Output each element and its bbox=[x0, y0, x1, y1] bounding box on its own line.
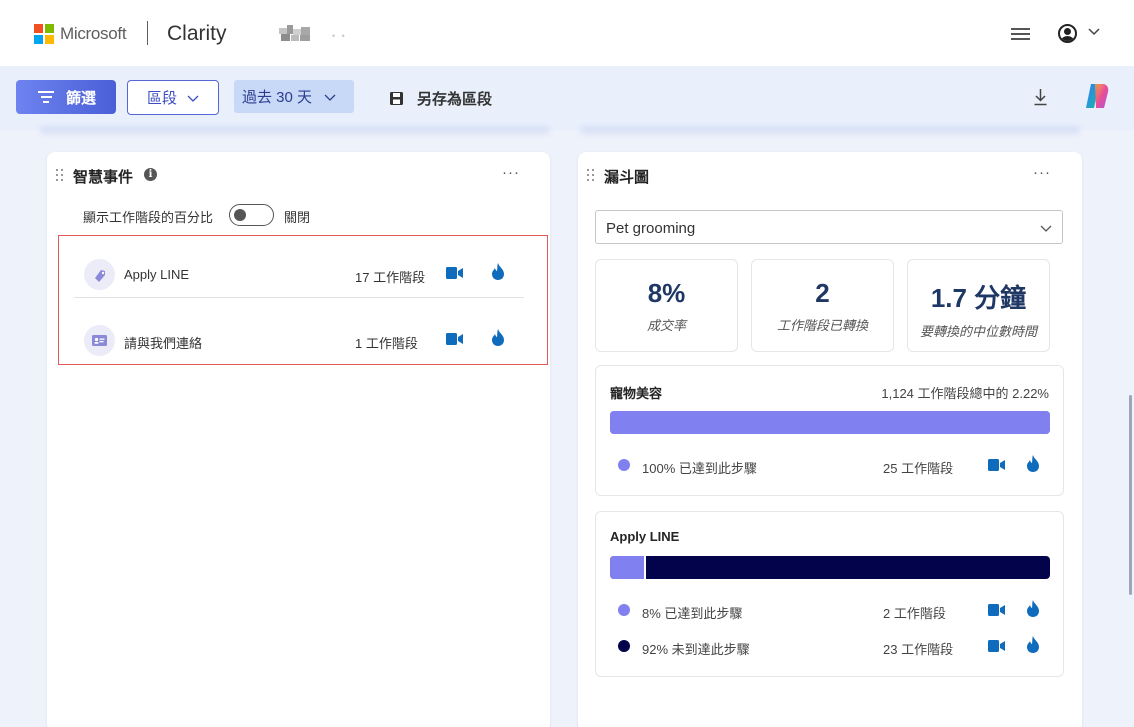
heatmap-flame-icon[interactable] bbox=[1026, 600, 1040, 617]
event-session-count: 17 工作階段 bbox=[355, 270, 426, 285]
legend-reached: 8% 已達到此步驟 2 工作階段 bbox=[618, 600, 1044, 621]
kpi-conversion-rate: 8% 成交率 bbox=[595, 259, 738, 352]
funnel-title: 漏斗圖 bbox=[604, 169, 650, 186]
kpi-value: 2 bbox=[815, 278, 830, 308]
list-item[interactable]: Apply LINE 17 工作階段 bbox=[75, 247, 535, 297]
recording-icon[interactable] bbox=[446, 333, 463, 345]
download-icon[interactable] bbox=[1032, 87, 1049, 107]
recording-icon[interactable] bbox=[988, 640, 1005, 652]
drag-handle-icon[interactable] bbox=[56, 169, 64, 181]
date-range-dropdown[interactable]: 過去 30 天 bbox=[234, 80, 354, 113]
toolbar-shadow bbox=[40, 126, 550, 134]
brand-divider bbox=[147, 21, 148, 45]
legend-count: 25 工作階段 bbox=[883, 461, 954, 476]
save-as-segment-button[interactable]: 另存為區段 bbox=[389, 88, 492, 108]
account-icon[interactable] bbox=[1058, 24, 1077, 43]
contact-card-icon bbox=[84, 325, 115, 356]
microsoft-logo[interactable] bbox=[34, 24, 54, 44]
brand-microsoft[interactable]: Microsoft bbox=[60, 24, 127, 44]
list-item[interactable]: 請與我們連絡 1 工作階段 bbox=[75, 313, 535, 363]
legend-text: 100% 已達到此步驟 bbox=[642, 461, 757, 476]
toolbar-shadow bbox=[580, 126, 1080, 134]
tag-icon bbox=[84, 259, 115, 290]
recording-icon[interactable] bbox=[988, 459, 1005, 471]
legend-text: 92% 未到達此步驟 bbox=[642, 642, 750, 657]
funnel-select-value: Pet grooming bbox=[606, 220, 696, 237]
step-total: 1,124 工作階段總中的 2.22% bbox=[881, 386, 1049, 401]
segment-dropdown[interactable]: 區段 bbox=[127, 80, 219, 115]
drag-handle-icon[interactable] bbox=[587, 169, 595, 181]
legend-reached: 100% 已達到此步驟 25 工作階段 bbox=[618, 455, 1044, 476]
recording-icon[interactable] bbox=[988, 604, 1005, 616]
segment-label: 區段 bbox=[147, 90, 178, 107]
filter-button[interactable]: 篩選 bbox=[16, 80, 116, 114]
funnel-card: 漏斗圖 ··· Pet grooming 8% 成交率 2 工作階段已轉換 1.… bbox=[578, 152, 1082, 727]
date-range-label: 過去 30 天 bbox=[242, 89, 313, 106]
filter-icon bbox=[38, 91, 54, 103]
funnel-select[interactable]: Pet grooming bbox=[595, 210, 1063, 244]
kpi-sessions-converted: 2 工作階段已轉換 bbox=[751, 259, 894, 352]
kpi-label: 要轉換的中位數時間 bbox=[919, 324, 1037, 339]
recording-icon[interactable] bbox=[446, 267, 463, 279]
reached-fill bbox=[610, 556, 646, 579]
legend-dot bbox=[618, 604, 630, 616]
step-progress-bar bbox=[610, 556, 1050, 579]
bar-gap bbox=[644, 556, 647, 579]
step-name: 寵物美容 bbox=[610, 386, 663, 401]
kpi-label: 工作階段已轉換 bbox=[776, 318, 868, 333]
step-progress-bar bbox=[610, 411, 1050, 434]
chevron-down-icon[interactable] bbox=[1087, 24, 1101, 38]
toggle-knob bbox=[234, 208, 246, 221]
step-name: Apply LINE bbox=[610, 529, 680, 544]
filter-label: 篩選 bbox=[66, 89, 97, 107]
event-name: 請與我們連絡 bbox=[124, 336, 203, 351]
chevron-down-icon bbox=[1040, 225, 1052, 232]
toggle-state: 關閉 bbox=[284, 210, 311, 225]
smart-events-title: 智慧事件 bbox=[73, 169, 134, 186]
event-session-count: 1 工作階段 bbox=[355, 336, 418, 351]
legend-dot bbox=[618, 459, 630, 471]
event-name: Apply LINE bbox=[124, 267, 190, 282]
save-icon bbox=[390, 91, 403, 105]
legend-count: 2 工作階段 bbox=[883, 606, 946, 621]
brand-clarity[interactable]: Clarity bbox=[167, 22, 227, 46]
toggle-label: 顯示工作階段的百分比 bbox=[83, 210, 214, 225]
chevron-down-icon bbox=[187, 95, 199, 102]
project-name-pixelated[interactable] bbox=[279, 25, 311, 42]
smart-events-card: 智慧事件 i ··· 顯示工作階段的百分比 關閉 Apply LINE 17 工… bbox=[47, 152, 550, 727]
chevron-down-icon bbox=[324, 94, 336, 101]
funnel-step: 寵物美容 1,124 工作階段總中的 2.22% 100% 已達到此步驟 25 … bbox=[595, 365, 1064, 496]
kpi-value: 8% bbox=[647, 278, 686, 308]
more-options-icon[interactable]: ··· bbox=[502, 164, 520, 181]
legend-not-reached: 92% 未到達此步驟 23 工作階段 bbox=[618, 636, 1044, 657]
info-icon[interactable]: i bbox=[144, 168, 157, 181]
percentage-toggle[interactable] bbox=[229, 204, 274, 226]
reached-fill bbox=[610, 411, 1050, 434]
more-options-icon[interactable]: ··· bbox=[1033, 164, 1051, 181]
toolbar: 篩選 區段 過去 30 天 另存為區段 bbox=[0, 66, 1134, 130]
kpi-value: 1.7 分鐘 bbox=[930, 283, 1027, 313]
funnel-step: Apply LINE 8% 已達到此步驟 2 工作階段 92% 未到達此步驟 2… bbox=[595, 511, 1064, 677]
page-scrollbar[interactable] bbox=[1129, 395, 1132, 595]
copilot-icon[interactable] bbox=[1081, 80, 1113, 112]
top-header: Microsoft Clarity • • bbox=[0, 0, 1134, 66]
save-as-segment-label: 另存為區段 bbox=[417, 90, 493, 108]
heatmap-flame-icon[interactable] bbox=[1026, 636, 1040, 653]
legend-text: 8% 已達到此步驟 bbox=[642, 606, 743, 621]
legend-dot bbox=[618, 640, 630, 652]
kpi-label: 成交率 bbox=[646, 318, 686, 333]
legend-count: 23 工作階段 bbox=[883, 642, 954, 657]
project-dots: • • bbox=[332, 31, 347, 41]
menu-icon[interactable] bbox=[1011, 28, 1030, 40]
kpi-median-time: 1.7 分鐘 要轉換的中位數時間 bbox=[907, 259, 1050, 352]
heatmap-flame-icon[interactable] bbox=[491, 329, 505, 346]
heatmap-flame-icon[interactable] bbox=[1026, 455, 1040, 472]
heatmap-flame-icon[interactable] bbox=[491, 263, 505, 280]
events-list: Apply LINE 17 工作階段 請與我們連絡 1 工作階段 bbox=[58, 235, 548, 365]
divider bbox=[74, 297, 524, 298]
